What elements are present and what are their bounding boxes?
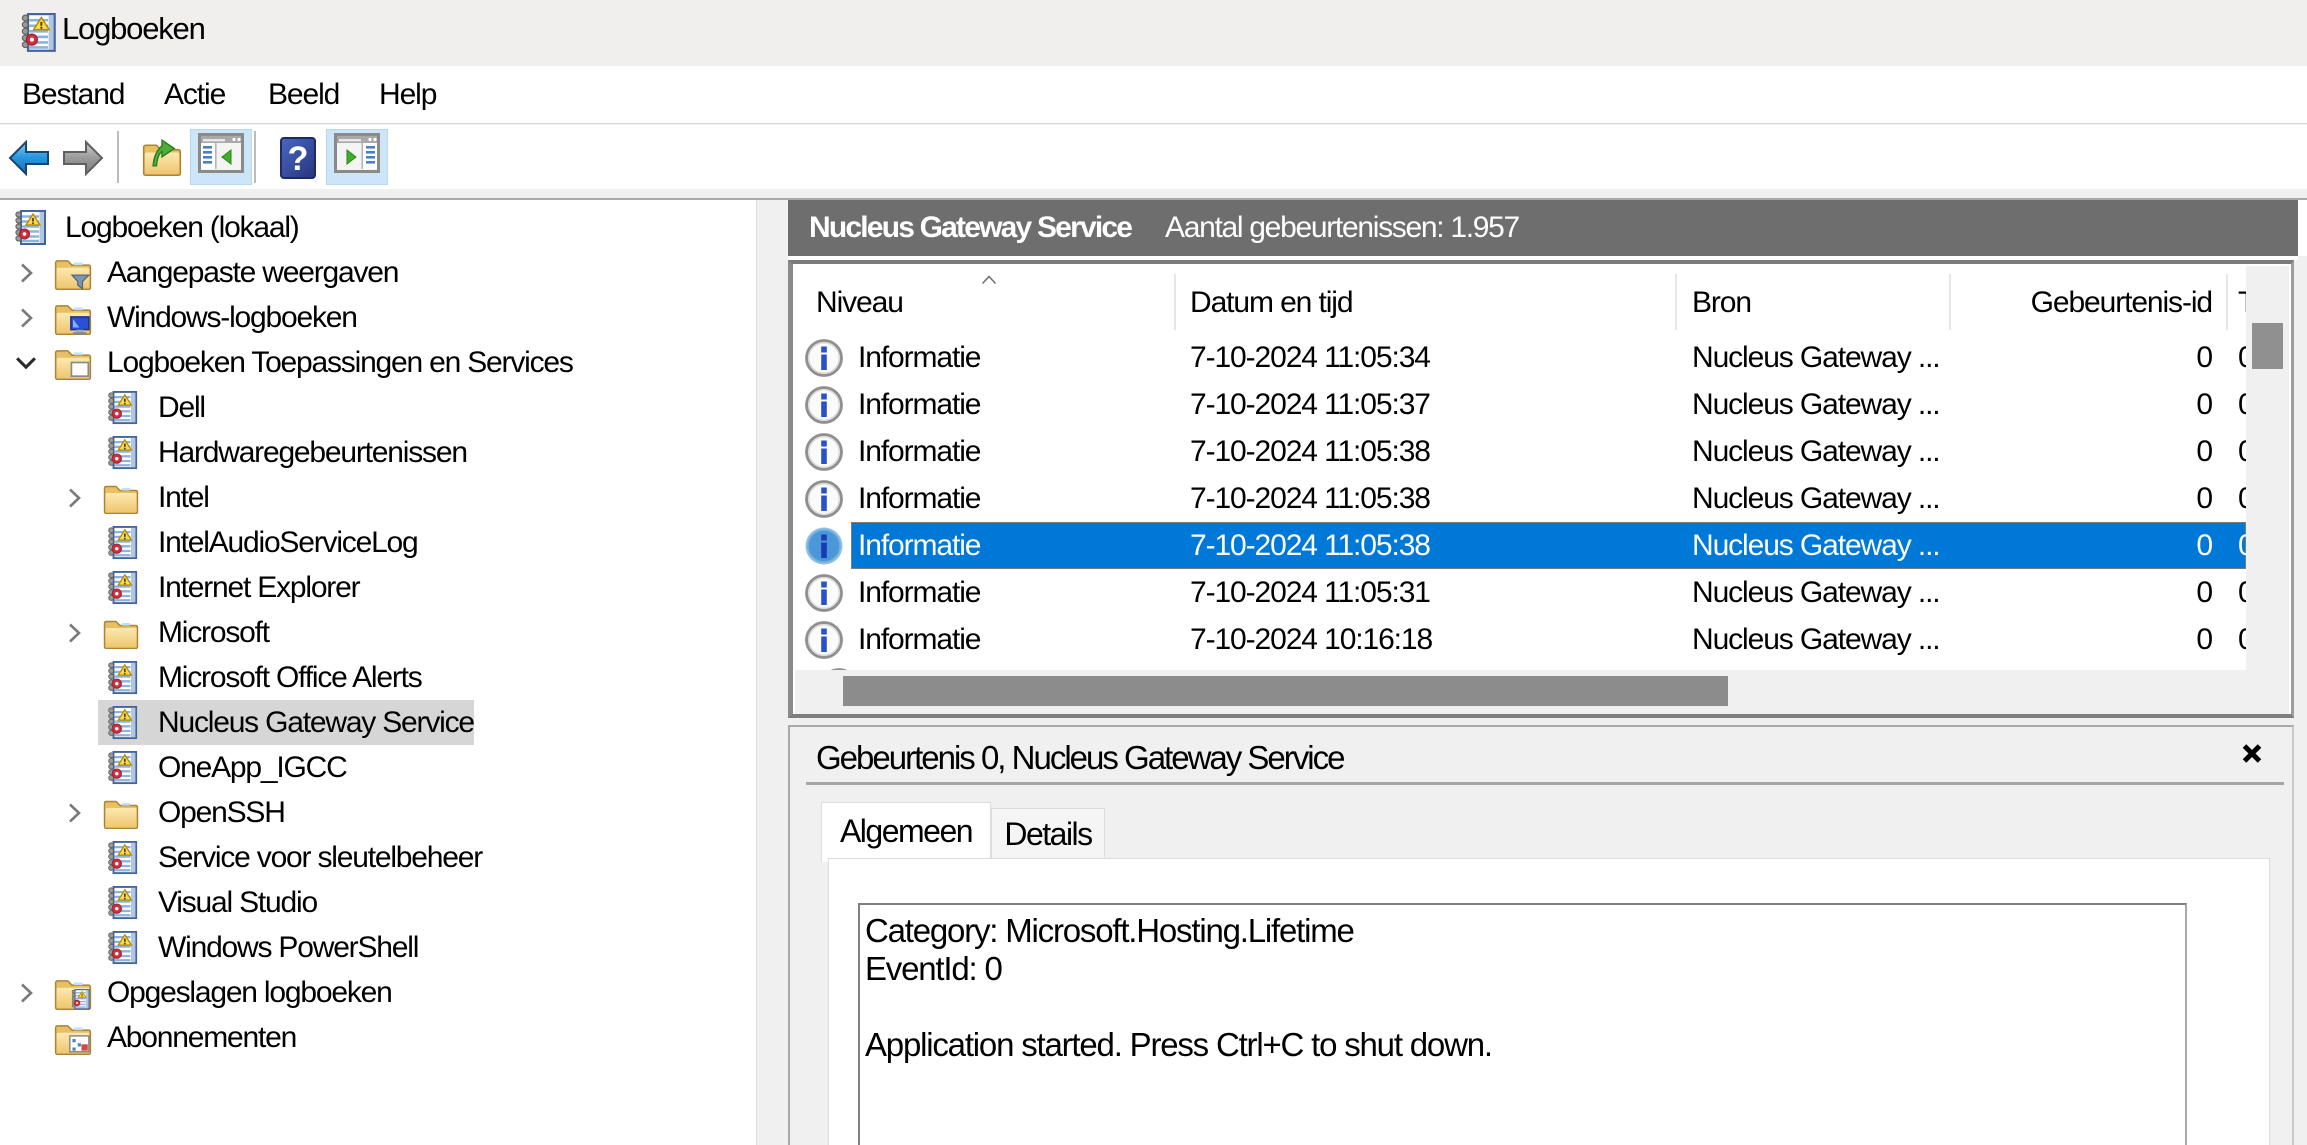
svg-text:?: ? bbox=[288, 140, 309, 178]
